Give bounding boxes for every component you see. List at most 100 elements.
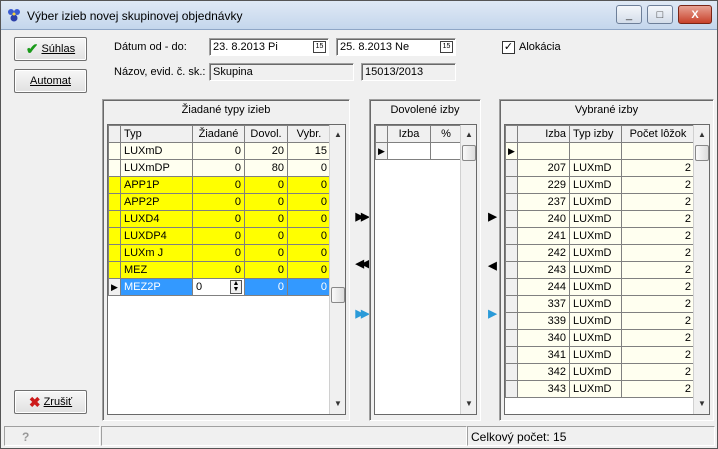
auto-room-button[interactable]: ▶: [482, 305, 500, 321]
table-row[interactable]: LUXDP4 0 0 0: [108, 227, 331, 245]
izba-header[interactable]: Izba: [387, 125, 431, 143]
alokacia-checkbox[interactable]: ✓: [502, 41, 515, 54]
maximize-icon: □: [656, 8, 664, 21]
auto-add-button[interactable]: ▶▶: [352, 305, 370, 321]
current-row-marker-icon: ▶: [505, 142, 518, 160]
table-row[interactable]: 341 LUXmD 2: [505, 346, 695, 364]
date-from-field[interactable]: 23. 8.2013 Pi 15: [209, 38, 329, 56]
minimize-button[interactable]: _: [616, 5, 642, 24]
table-row[interactable]: MEZ 0 0 0: [108, 261, 331, 279]
requested-panel: Žiadané typy izieb Typ Žiadané Dovol. Vy…: [102, 99, 350, 421]
table-row[interactable]: 240 LUXmD 2: [505, 210, 695, 228]
automat-button[interactable]: Automat: [14, 69, 87, 93]
requested-table: Typ Žiadané Dovol. Vybr. LUXmD 0 20 15 LUXm…: [108, 125, 331, 296]
table-row[interactable]: 339 LUXmD 2: [505, 312, 695, 330]
requested-scrollbar[interactable]: ▲ ▼: [329, 125, 345, 414]
scroll-thumb[interactable]: [462, 145, 476, 161]
suhlas-button[interactable]: ✔ Súhlas: [14, 37, 87, 61]
scroll-down-icon[interactable]: ▼: [694, 396, 709, 412]
scroll-thumb[interactable]: [331, 287, 345, 303]
current-row-marker-icon: ▶: [375, 142, 388, 160]
remove-all-button[interactable]: ◀◀: [352, 255, 370, 271]
add-room-button[interactable]: ▶: [482, 208, 500, 224]
cross-icon: ✖: [28, 393, 41, 410]
table-row[interactable]: 343 LUXmD 2: [505, 380, 695, 398]
requested-grid[interactable]: Typ Žiadané Dovol. Vybr. LUXmD 0 20 15 LUXm…: [107, 124, 346, 415]
double-left-arrow-icon: ◀◀: [355, 257, 370, 270]
date-from-value: 23. 8.2013 Pi: [213, 41, 278, 53]
table-row-selected[interactable]: ▶ MEZ2P 0 ▲ ▼ 0 0: [108, 278, 331, 296]
window-title: Výber izieb novej skupinovej objednávky: [27, 9, 243, 23]
table-row[interactable]: ▶: [505, 142, 695, 160]
name-label: Názov, evid. č. sk.:: [114, 66, 206, 78]
checkmark-icon: ✓: [503, 41, 514, 53]
allowed-scrollbar[interactable]: ▲ ▼: [460, 125, 476, 414]
maximize-button[interactable]: □: [647, 5, 673, 24]
typ-izby-header[interactable]: Typ izby: [569, 125, 622, 143]
calendar-icon[interactable]: 15: [440, 41, 453, 53]
row-indicator-header: [108, 125, 121, 143]
scroll-down-icon[interactable]: ▼: [330, 396, 345, 412]
table-row[interactable]: 229 LUXmD 2: [505, 176, 695, 194]
ziadane-header[interactable]: Žiadané: [192, 125, 245, 143]
zrusit-label: Zrušiť: [43, 396, 73, 408]
row-indicator-header: [505, 125, 518, 143]
left-arrow-icon: ◀: [488, 259, 497, 272]
scroll-up-icon[interactable]: ▲: [694, 127, 709, 143]
scroll-down-icon[interactable]: ▼: [461, 396, 476, 412]
zrusit-button[interactable]: ✖ Zrušiť: [14, 390, 87, 414]
app-icon: [8, 9, 20, 22]
date-label: Dátum od - do:: [114, 41, 187, 53]
chosen-scrollbar[interactable]: ▲ ▼: [693, 125, 709, 414]
current-row-marker-icon: ▶: [108, 278, 121, 296]
close-button[interactable]: X: [678, 5, 712, 24]
table-row[interactable]: LUXD4 0 0 0: [108, 210, 331, 228]
chosen-grid[interactable]: Izba Typ izby Počet lôžok ▶ 207 LUXmD 2 229…: [504, 124, 710, 415]
chosen-table: Izba Typ izby Počet lôžok ▶ 207 LUXmD 2 229…: [505, 125, 695, 398]
suhlas-label: Súhlas: [41, 43, 76, 55]
table-row[interactable]: LUXmD 0 20 15: [108, 142, 331, 160]
table-row[interactable]: 342 LUXmD 2: [505, 363, 695, 381]
table-row[interactable]: 340 LUXmD 2: [505, 329, 695, 347]
help-icon: ?: [22, 430, 30, 444]
allowed-title: Dovolené izby: [390, 104, 460, 116]
table-row[interactable]: 242 LUXmD 2: [505, 244, 695, 262]
evid-number-field: 15013/2013: [361, 63, 456, 81]
table-row[interactable]: ▶: [375, 142, 462, 160]
spinner-icon[interactable]: ▲ ▼: [230, 280, 242, 294]
checkmark-icon: ✔: [25, 41, 39, 58]
date-to-field[interactable]: 25. 8.2013 Ne 15: [336, 38, 456, 56]
table-row[interactable]: 241 LUXmD 2: [505, 227, 695, 245]
close-icon: X: [691, 8, 699, 21]
izba-header[interactable]: Izba: [517, 125, 570, 143]
calendar-icon[interactable]: 15: [313, 41, 326, 53]
table-row[interactable]: 243 LUXmD 2: [505, 261, 695, 279]
dovol-header[interactable]: Dovol.: [244, 125, 288, 143]
table-row[interactable]: 207 LUXmD 2: [505, 159, 695, 177]
remove-room-button[interactable]: ◀: [482, 257, 500, 273]
double-right-arrow-icon: ▶▶: [355, 307, 370, 320]
allowed-table: Izba % ▶: [375, 125, 462, 160]
right-arrow-icon: ▶: [488, 307, 497, 320]
allowed-grid[interactable]: Izba % ▶ ▲ ▼: [374, 124, 477, 415]
pocet-loziek-header[interactable]: Počet lôžok: [621, 125, 695, 143]
percent-header[interactable]: %: [430, 125, 462, 143]
chosen-panel: Vybrané izby Izba Typ izby Počet lôžok ▶…: [499, 99, 714, 421]
table-row[interactable]: LUXmDP 0 80 0: [108, 159, 331, 177]
table-row[interactable]: 237 LUXmD 2: [505, 193, 695, 211]
group-name-field: Skupina: [209, 63, 354, 81]
scroll-thumb[interactable]: [695, 145, 709, 161]
table-row[interactable]: 337 LUXmD 2: [505, 295, 695, 313]
add-all-button[interactable]: ▶▶: [352, 208, 370, 224]
allowed-panel: Dovolené izby Izba % ▶ ▲ ▼: [369, 99, 481, 421]
table-row[interactable]: LUXm J000: [108, 244, 331, 262]
vybr-header[interactable]: Vybr.: [287, 125, 331, 143]
table-row[interactable]: APP2P 0 0 0: [108, 193, 331, 211]
table-row[interactable]: APP1P 0 0 0: [108, 176, 331, 194]
scroll-up-icon[interactable]: ▲: [461, 127, 476, 143]
evid-number-value: 15013/2013: [365, 66, 424, 78]
ziadane-spin-editor[interactable]: 0 ▲ ▼: [192, 278, 245, 296]
table-row[interactable]: 244 LUXmD 2: [505, 278, 695, 296]
typ-header[interactable]: Typ: [120, 125, 193, 143]
scroll-up-icon[interactable]: ▲: [330, 127, 345, 143]
